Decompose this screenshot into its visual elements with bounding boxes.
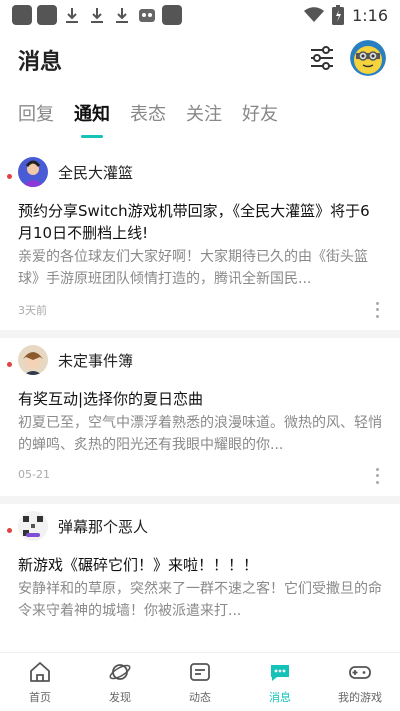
nav-my-games[interactable]: 我的游戏 xyxy=(320,653,400,711)
unread-dot xyxy=(7,528,12,533)
message-tabs: 回复 通知 表态 关注 好友 xyxy=(18,100,278,138)
nav-label: 发现 xyxy=(109,691,131,704)
wifi-icon xyxy=(304,7,325,22)
settings-sliders-icon[interactable] xyxy=(308,44,336,72)
notification-date: 05-21 xyxy=(18,468,50,481)
page-title: 消息 xyxy=(18,50,63,75)
more-options-icon[interactable] xyxy=(372,300,382,320)
notification-body: 安静祥和的草原，突然来了一群不速之客！它们受撒旦的命令来守着神的城墙！你被派遣来… xyxy=(18,581,382,619)
nav-feed[interactable]: 动态 xyxy=(160,653,240,711)
tab-label: 通知 xyxy=(74,104,110,125)
nav-label: 我的游戏 xyxy=(338,691,382,704)
notification-icons xyxy=(12,5,182,25)
app-notification-icon xyxy=(37,5,57,25)
notification-list: 全民大灌篮 预约分享Switch游戏机带回家，《全民大灌篮》将于6月10日不删档… xyxy=(0,150,400,652)
tab-label: 关注 xyxy=(186,104,222,125)
nav-label: 首页 xyxy=(29,691,51,704)
tab-label: 表态 xyxy=(130,104,166,125)
sender-name[interactable]: 弹幕那个恶人 xyxy=(58,516,148,537)
notification-card[interactable]: 弹幕那个恶人 新游戏《碾碎它们！》来啦！！！！ 安静祥和的草原，突然来了一群不速… xyxy=(0,508,400,622)
more-options-icon[interactable] xyxy=(372,466,382,486)
message-icon xyxy=(271,665,289,681)
tab-label: 回复 xyxy=(18,104,54,125)
app-header: 消息 xyxy=(0,38,400,82)
notification-body: 初夏已至，空气中漂浮着熟悉的浪漫味道。微热的风、轻悄的蝉鸣、炙热的阳光还有我眼中… xyxy=(18,415,382,453)
download-icon xyxy=(112,5,132,25)
notification-date: 3天前 xyxy=(18,304,47,317)
battery-icon xyxy=(332,5,345,25)
tab-label: 好友 xyxy=(242,104,278,125)
home-icon xyxy=(30,662,50,682)
tab-replies[interactable]: 回复 xyxy=(18,100,54,130)
notification-body: 亲爱的各位球友们大家好啊！大家期待已久的由《街头篮球》手游原班团队倾情打造的，腾… xyxy=(18,249,368,287)
user-avatar[interactable] xyxy=(350,40,386,76)
bottom-navigation: 首页 发现 动态 消息 我的游戏 xyxy=(0,652,400,711)
notification-title: 预约分享Switch游戏机带回家，《全民大灌篮》将于6月10日不删档上线! xyxy=(18,202,370,242)
divider xyxy=(0,496,400,504)
clock: 1:16 xyxy=(352,5,388,25)
notification-card[interactable]: 未定事件簿 有奖互动|选择你的夏日恋曲 初夏已至，空气中漂浮着熟悉的浪漫味道。微… xyxy=(0,342,400,496)
divider xyxy=(0,330,400,338)
app-notification-icon xyxy=(12,5,32,25)
system-icons: 1:16 xyxy=(304,5,388,25)
game-notification-icon xyxy=(137,5,157,25)
download-icon xyxy=(87,5,107,25)
nav-label: 动态 xyxy=(189,691,211,704)
status-bar: 1:16 xyxy=(0,0,400,30)
nav-discover[interactable]: 发现 xyxy=(80,653,160,711)
planet-icon xyxy=(109,664,131,680)
notification-title: 有奖互动|选择你的夏日恋曲 xyxy=(18,390,204,408)
notification-title: 新游戏《碾碎它们！》来啦！！！！ xyxy=(18,556,259,574)
feed-icon xyxy=(190,663,210,681)
sender-avatar[interactable] xyxy=(18,345,48,375)
nav-home[interactable]: 首页 xyxy=(0,653,80,711)
unread-dot xyxy=(7,174,12,179)
sender-name[interactable]: 未定事件簿 xyxy=(58,350,133,371)
active-tab-indicator xyxy=(81,135,103,138)
tab-following[interactable]: 关注 xyxy=(186,100,222,130)
tab-friends[interactable]: 好友 xyxy=(242,100,278,130)
sender-avatar[interactable] xyxy=(18,157,48,187)
gamepad-icon xyxy=(349,666,371,679)
download-icon xyxy=(62,5,82,25)
tab-notifications[interactable]: 通知 xyxy=(74,100,110,138)
unread-dot xyxy=(7,362,12,367)
tab-reactions[interactable]: 表态 xyxy=(130,100,166,130)
nav-messages[interactable]: 消息 xyxy=(240,653,320,711)
nav-label: 消息 xyxy=(269,691,291,704)
app-notification-icon xyxy=(162,5,182,25)
notification-card[interactable]: 全民大灌篮 预约分享Switch游戏机带回家，《全民大灌篮》将于6月10日不删档… xyxy=(0,154,400,330)
sender-avatar[interactable] xyxy=(18,511,48,541)
sender-name[interactable]: 全民大灌篮 xyxy=(58,162,133,183)
